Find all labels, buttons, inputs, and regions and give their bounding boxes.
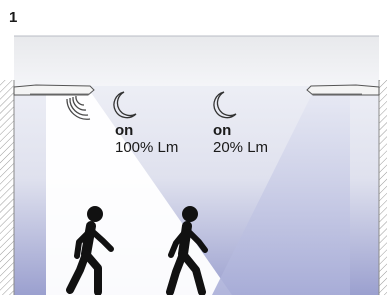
corridor-scene [0, 35, 387, 295]
lamp-state: on [115, 122, 134, 139]
ceiling [14, 36, 379, 86]
lighting-diagram: 1 on 100% Lm on 20% Lm [0, 0, 387, 295]
left-luminaire [13, 84, 95, 96]
lamp-level: 20% Lm [213, 139, 269, 156]
lamp-level: 100% Lm [115, 139, 179, 156]
left-wall [0, 80, 14, 295]
right-lamp-status: on 20% Lm [213, 122, 268, 156]
right-wall [379, 80, 387, 295]
right-luminaire [306, 84, 380, 96]
panel-number: 1 [9, 9, 18, 26]
left-lamp-status: on 100% Lm [115, 122, 178, 156]
lamp-state: on [213, 122, 232, 139]
